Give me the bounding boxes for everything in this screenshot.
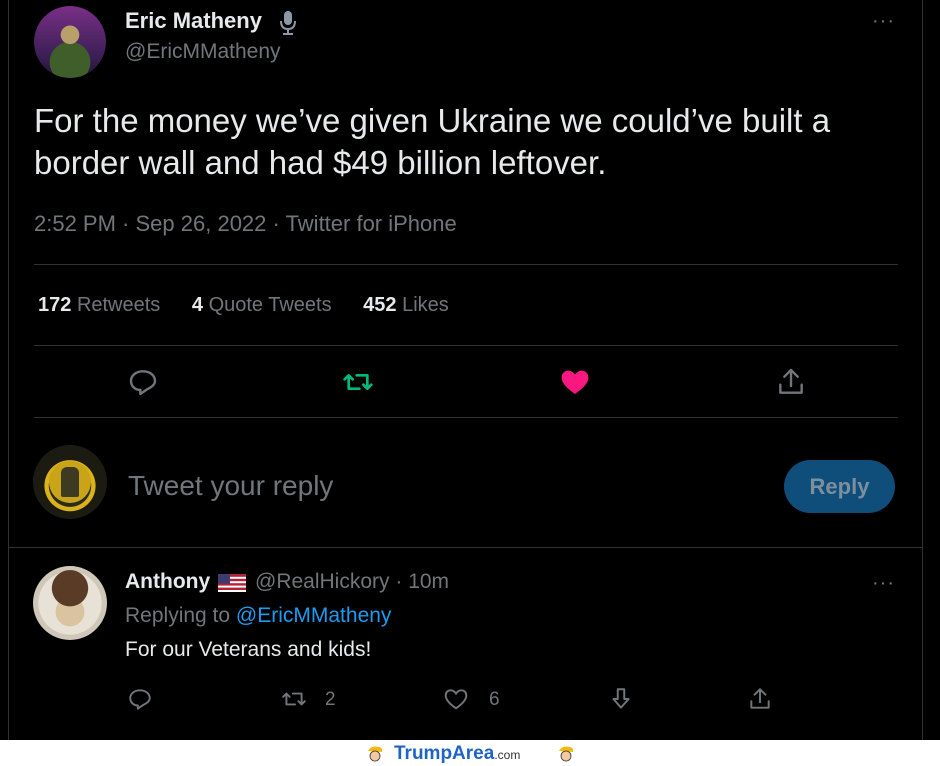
more-options-icon[interactable]: ··· [872, 10, 895, 33]
watermark-logo: TrumpArea.com [394, 743, 521, 764]
author-name[interactable]: Eric Matheny [125, 8, 262, 34]
mascot-icon [559, 746, 574, 762]
quote-tweets-stat[interactable]: 4 Quote Tweets [192, 294, 332, 316]
replying-to: Replying to @EricMMatheny [125, 604, 392, 627]
tweet-source[interactable]: Twitter for iPhone [286, 211, 457, 236]
reply-retweet-icon[interactable] [280, 686, 308, 712]
like-icon[interactable] [559, 366, 591, 398]
reply-like-count: 6 [489, 689, 500, 710]
reply-share-icon[interactable] [747, 686, 773, 712]
engagement-stats: 172 Retweets 4 Quote Tweets 452 Likes [38, 294, 475, 317]
retweet-icon[interactable] [342, 366, 374, 398]
tweet-time[interactable]: 2:52 PM [34, 211, 116, 236]
reply-like-icon[interactable] [442, 686, 470, 712]
divider [34, 264, 898, 265]
downvote-icon[interactable] [608, 686, 634, 712]
retweets-stat[interactable]: 172 Retweets [38, 294, 160, 316]
tweet-meta: 2:52 PM · Sep 26, 2022 · Twitter for iPh… [34, 211, 457, 236]
reply-author-handle[interactable]: @RealHickory [255, 570, 390, 593]
divider [8, 547, 923, 548]
reply-age[interactable]: 10m [408, 570, 449, 593]
divider [34, 417, 898, 418]
tweet-text: For the money we’ve given Ukraine we cou… [34, 102, 831, 181]
reply-icon[interactable] [127, 366, 159, 398]
reply-reply-icon[interactable] [127, 686, 153, 712]
frame-border-right [922, 0, 923, 740]
current-user-avatar[interactable] [33, 445, 107, 519]
divider [34, 345, 898, 346]
reply-retweet-count: 2 [325, 689, 336, 710]
author-avatar[interactable] [34, 6, 106, 78]
mascot-icon [368, 746, 383, 762]
tweet-date[interactable]: Sep 26, 2022 [136, 211, 267, 236]
share-icon[interactable] [775, 366, 807, 398]
reply-button[interactable]: Reply [784, 460, 895, 513]
frame-border-left [8, 0, 9, 740]
reply-meta: @RealHickory · 10m [255, 570, 450, 593]
reply-author-name[interactable]: Anthony [125, 570, 210, 594]
replying-to-link[interactable]: @EricMMatheny [236, 604, 392, 627]
author-handle[interactable]: @EricMMatheny [125, 40, 281, 64]
reply-author-avatar[interactable] [33, 566, 107, 640]
reply-text: For our Veterans and kids! [125, 638, 372, 661]
microphone-icon [280, 11, 296, 35]
reply-input[interactable]: Tweet your reply [128, 470, 333, 502]
us-flag-icon [218, 574, 246, 592]
likes-stat[interactable]: 452 Likes [363, 294, 449, 316]
reply-more-options-icon[interactable]: ··· [872, 572, 895, 595]
